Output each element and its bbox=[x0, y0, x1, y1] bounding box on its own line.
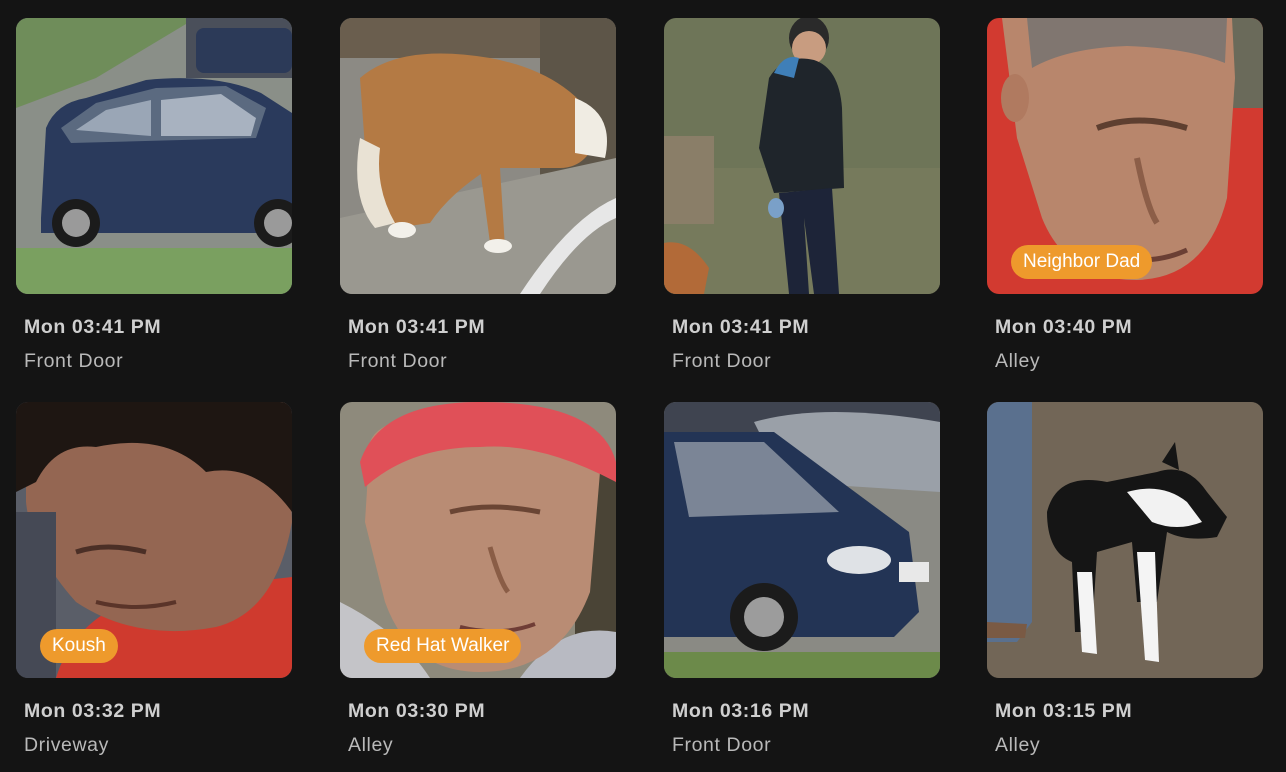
event-location: Alley bbox=[348, 734, 394, 756]
event-thumbnail[interactable]: Red Hat Walker bbox=[340, 402, 616, 678]
event-card[interactable]: Neighbor Dad Mon 03:40 PM Alley bbox=[987, 18, 1263, 372]
event-thumbnail[interactable] bbox=[664, 18, 940, 294]
event-time: Mon 03:40 PM bbox=[995, 316, 1133, 338]
face-label-badge: Neighbor Dad bbox=[1011, 245, 1153, 279]
event-location: Alley bbox=[995, 350, 1041, 372]
event-location: Front Door bbox=[672, 350, 772, 372]
event-thumbnail[interactable] bbox=[340, 18, 616, 294]
event-location: Front Door bbox=[24, 350, 124, 372]
event-thumbnail[interactable]: Koush bbox=[16, 402, 292, 678]
event-time: Mon 03:15 PM bbox=[995, 700, 1133, 722]
event-card[interactable]: Mon 03:41 PM Front Door bbox=[340, 18, 616, 372]
car-snapshot-image bbox=[664, 402, 940, 678]
person-snapshot-image bbox=[664, 18, 940, 294]
event-time: Mon 03:41 PM bbox=[24, 316, 162, 338]
event-grid: Mon 03:41 PM Front Door Mon 03:41 PM Fro… bbox=[0, 0, 1286, 772]
event-card[interactable]: Red Hat Walker Mon 03:30 PM Alley bbox=[340, 402, 616, 756]
dog-snapshot-image bbox=[987, 402, 1263, 678]
event-location: Front Door bbox=[672, 734, 772, 756]
event-time: Mon 03:16 PM bbox=[672, 700, 810, 722]
event-card[interactable]: Koush Mon 03:32 PM Driveway bbox=[16, 402, 292, 756]
event-thumbnail[interactable]: Neighbor Dad bbox=[987, 18, 1263, 294]
car-snapshot-image bbox=[16, 18, 292, 294]
face-label-badge: Red Hat Walker bbox=[364, 629, 522, 663]
event-time: Mon 03:41 PM bbox=[348, 316, 486, 338]
event-location: Front Door bbox=[348, 350, 448, 372]
event-thumbnail[interactable] bbox=[664, 402, 940, 678]
event-card[interactable]: Mon 03:15 PM Alley bbox=[987, 402, 1263, 756]
event-thumbnail[interactable] bbox=[987, 402, 1263, 678]
face-label-badge: Koush bbox=[40, 629, 118, 663]
event-time: Mon 03:30 PM bbox=[348, 700, 486, 722]
event-card[interactable]: Mon 03:41 PM Front Door bbox=[664, 18, 940, 372]
event-time: Mon 03:41 PM bbox=[672, 316, 810, 338]
event-card[interactable]: Mon 03:16 PM Front Door bbox=[664, 402, 940, 756]
event-location: Alley bbox=[995, 734, 1041, 756]
dog-snapshot-image bbox=[340, 18, 616, 294]
event-time: Mon 03:32 PM bbox=[24, 700, 162, 722]
event-thumbnail[interactable] bbox=[16, 18, 292, 294]
event-card[interactable]: Mon 03:41 PM Front Door bbox=[16, 18, 292, 372]
event-location: Driveway bbox=[24, 734, 109, 756]
